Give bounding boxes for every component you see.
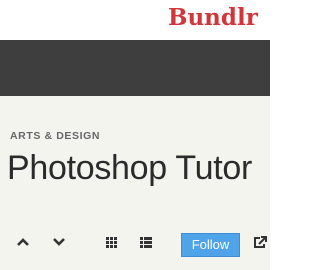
list-view-icon[interactable]: [140, 237, 152, 248]
share-icon[interactable]: [253, 236, 267, 249]
bundle-title: Photoshop Tutor: [7, 149, 253, 187]
follow-button[interactable]: Follow: [181, 233, 240, 257]
chevron-down-icon[interactable]: [53, 237, 65, 247]
chevron-up-icon[interactable]: [17, 237, 29, 247]
bundlr-logo[interactable]: Bundlr: [168, 4, 258, 31]
page: Bundlr ARTS & DESIGN Photoshop Tutor Fol…: [0, 0, 270, 270]
top-bar: Bundlr: [0, 0, 270, 40]
category-label[interactable]: ARTS & DESIGN: [10, 130, 100, 142]
bundle-header: ARTS & DESIGN Photoshop Tutor Follow: [0, 96, 270, 270]
navigation-bar: [0, 40, 270, 96]
grid-view-icon[interactable]: [106, 237, 117, 248]
